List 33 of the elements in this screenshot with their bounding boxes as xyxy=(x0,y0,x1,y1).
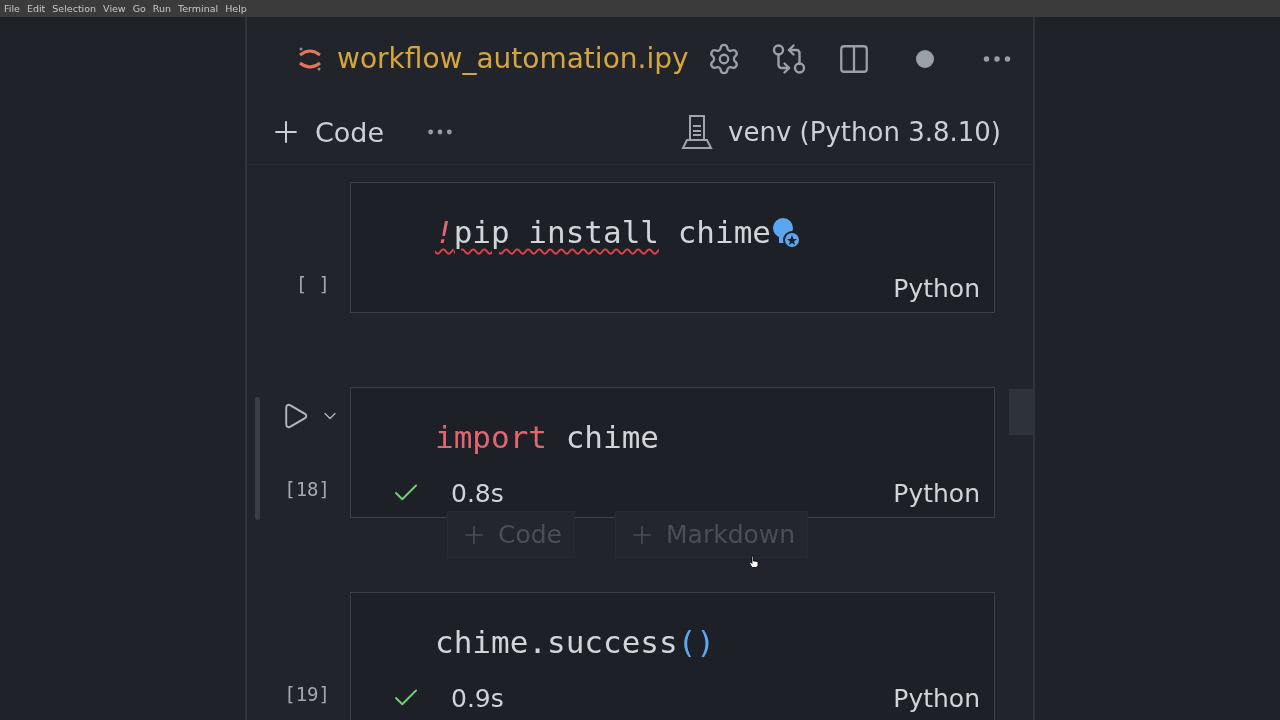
code-token: ! xyxy=(435,213,454,253)
menu-item[interactable]: Help xyxy=(225,3,247,14)
cell-language[interactable]: Python xyxy=(893,478,980,508)
kernel-picker[interactable]: venv (Python 3.8.10) xyxy=(680,114,1001,150)
cell-language[interactable]: Python xyxy=(893,273,980,303)
execution-count: [ ] xyxy=(295,273,330,295)
code-token: chime xyxy=(564,418,659,458)
add-code-button[interactable]: Code xyxy=(269,115,385,149)
menu-item[interactable]: Run xyxy=(152,3,172,14)
unsaved-dot-icon[interactable] xyxy=(914,48,935,69)
execution-count: [19] xyxy=(284,683,330,705)
menu-item[interactable]: View xyxy=(103,3,126,14)
code-cell[interactable]: import chime 0.8s Python xyxy=(350,387,995,518)
execution-time: 0.8s xyxy=(451,478,504,508)
code-token: chime xyxy=(676,213,771,253)
menu-item[interactable]: Selection xyxy=(52,3,97,14)
code-cell[interactable]: !pip install chime Python xyxy=(350,182,995,313)
menu-item[interactable]: Edit xyxy=(26,3,46,14)
kernel-icon xyxy=(680,114,715,150)
notebook-title: workflow_automation.ipy xyxy=(337,42,689,75)
execution-count: [18] xyxy=(284,478,330,500)
cell-language[interactable]: Python xyxy=(893,683,980,713)
code-token: () xyxy=(677,623,715,663)
code-token: import xyxy=(435,418,547,458)
pointer-cursor-icon xyxy=(749,555,759,568)
code-token: chime.success xyxy=(435,623,678,663)
menu-item[interactable]: Go xyxy=(132,3,146,14)
code-cell[interactable]: chime.success() 0.9s Python xyxy=(350,592,995,720)
menu-item[interactable]: File xyxy=(4,3,20,14)
code-token: pip install xyxy=(453,213,659,253)
execution-time: 0.9s xyxy=(451,683,504,713)
menu-item[interactable]: Terminal xyxy=(178,3,219,14)
lightbulb-icon xyxy=(770,217,801,249)
